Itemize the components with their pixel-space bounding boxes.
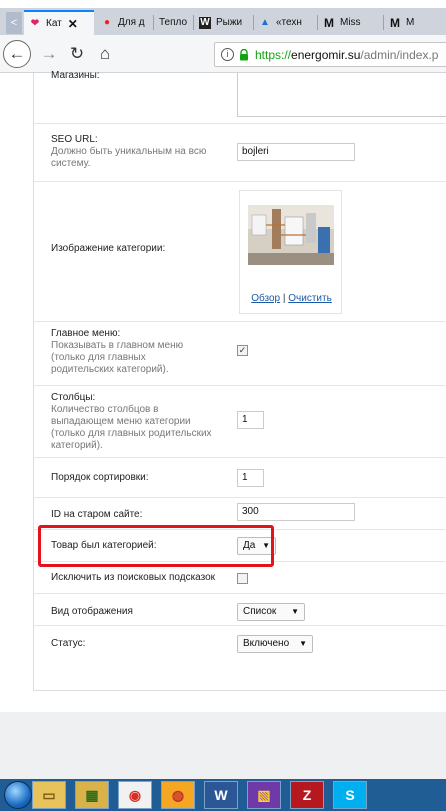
flag-favicon-icon: ▲ xyxy=(260,16,270,28)
display-view-label: Вид отображения xyxy=(51,606,133,617)
firefox-icon[interactable]: ◍ xyxy=(161,781,195,809)
tab-label: Miss xyxy=(340,17,361,28)
tab-label: «техн xyxy=(276,17,302,28)
category-form: Магазины: SEO URL: Должно быть уникальны… xyxy=(33,70,446,691)
columns-label: Столбцы: Количество столбцов в выпадающе… xyxy=(51,392,221,452)
stores-label: Магазины: xyxy=(51,70,100,81)
display-view-row: Вид отображения Список ▼ xyxy=(34,593,446,625)
sort-order-row: Порядок сортировки: 1 xyxy=(34,457,446,497)
columns-input[interactable]: 1 xyxy=(237,411,264,429)
main-menu-row: Главное меню: Показывать в главном меню … xyxy=(34,321,446,385)
start-button[interactable] xyxy=(4,781,32,809)
close-tab-icon[interactable]: ✕ xyxy=(68,17,78,31)
tab-3[interactable]: Тепло xyxy=(154,10,194,35)
page-bottom-area xyxy=(0,712,446,779)
tab-7[interactable]: M M xyxy=(384,10,446,35)
info-icon[interactable]: i xyxy=(221,48,234,61)
display-view-select[interactable]: Список ▼ xyxy=(237,603,305,621)
windows-taskbar: ▭ ▦ ◉ ◍ W ▧ Z S xyxy=(0,779,446,811)
select-value: Список xyxy=(243,606,277,617)
old-id-label: ID на старом сайте: xyxy=(51,509,143,520)
tab-label: Рыжи xyxy=(216,17,243,28)
word-icon[interactable]: W xyxy=(204,781,238,809)
tab-label: Кат xyxy=(46,18,62,29)
old-id-input[interactable]: 300 xyxy=(237,503,355,521)
tab-6[interactable]: M Miss xyxy=(318,10,384,35)
page-content: Магазины: SEO URL: Должно быть уникальны… xyxy=(0,70,446,779)
m-favicon-icon: M xyxy=(390,15,400,30)
sort-order-input[interactable]: 1 xyxy=(237,469,264,487)
url-host: energomir.su xyxy=(291,47,361,62)
tab-4[interactable]: W Рыжи xyxy=(194,10,254,35)
app-icon[interactable]: ▦ xyxy=(75,781,109,809)
image-links: Обзор | Очистить xyxy=(240,293,343,304)
category-thumbnail-image[interactable] xyxy=(248,205,334,265)
address-bar[interactable]: i https://energomir.su/admin/index.p xyxy=(214,42,446,67)
link-separator: | xyxy=(282,293,286,304)
m-favicon-icon: M xyxy=(324,15,334,30)
url-path: /admin/index.p xyxy=(360,47,439,62)
dropdown-arrow-icon: ▼ xyxy=(291,607,299,616)
tab-5[interactable]: ▲ «техн xyxy=(254,10,318,35)
columns-row: Столбцы: Количество столбцов в выпадающе… xyxy=(34,385,446,457)
dropdown-arrow-icon: ▼ xyxy=(299,639,307,648)
status-select[interactable]: Включено ▼ xyxy=(237,635,313,653)
tab-active[interactable]: ❤ Кат ✕ xyxy=(24,10,94,35)
exclude-search-label: Исключить из поисковых подсказок xyxy=(51,572,216,583)
columns-title: Столбцы: xyxy=(51,392,96,403)
sort-order-label: Порядок сортировки: xyxy=(51,472,149,483)
navigation-bar: ← → ↻ ⌂ i https://energomir.su/admin/ind… xyxy=(0,35,446,73)
main-menu-title: Главное меню: xyxy=(51,328,121,339)
app2-icon[interactable]: ▧ xyxy=(247,781,281,809)
main-menu-checkbox[interactable]: ✓ xyxy=(237,345,248,356)
filezilla-icon[interactable]: Z xyxy=(290,781,324,809)
url-scheme: https:// xyxy=(255,47,292,62)
columns-help: Количество столбцов в выпадающем меню ка… xyxy=(51,404,212,451)
category-image-row: Изображение категории: Обзор | Очистить xyxy=(34,181,446,321)
explorer-icon[interactable]: ▭ xyxy=(32,781,66,809)
tab-strip: < ❤ Кат ✕ ● Для д Тепло W Рыжи ▲ «техн M… xyxy=(0,8,446,35)
tab-label: Тепло xyxy=(159,17,188,28)
status-row: Статус: Включено ▼ xyxy=(34,625,446,659)
back-arrow-icon[interactable]: ← xyxy=(3,40,31,68)
stores-row: Магазины: xyxy=(34,70,446,123)
main-menu-help: Показывать в главном меню (только для гл… xyxy=(51,340,184,375)
seo-url-row: SEO URL: Должно быть уникальным на всю с… xyxy=(34,123,446,181)
category-image-label: Изображение категории: xyxy=(51,243,166,254)
category-image-box: Обзор | Очистить xyxy=(239,190,342,314)
forward-arrow-icon[interactable]: → xyxy=(38,43,60,65)
tab-label: Для д xyxy=(118,17,145,28)
skype-icon[interactable]: S xyxy=(333,781,367,809)
browse-image-link[interactable]: Обзор xyxy=(251,293,280,304)
home-icon[interactable]: ⌂ xyxy=(94,43,116,65)
sort-order-highlight-annotation xyxy=(38,525,274,567)
chrome-icon[interactable]: ◉ xyxy=(118,781,152,809)
red-dot-favicon-icon: ● xyxy=(103,16,111,28)
seo-url-input[interactable]: bojleri xyxy=(237,143,355,161)
w-favicon-icon: W xyxy=(199,16,211,29)
heart-favicon-icon: ❤ xyxy=(30,17,40,29)
seo-url-help: Должно быть уникальным на всю систему. xyxy=(51,146,207,169)
tab-scroll-left-button[interactable]: < xyxy=(6,12,22,34)
seo-url-label: SEO URL: Должно быть уникальным на всю с… xyxy=(51,134,211,170)
exclude-search-checkbox[interactable] xyxy=(237,573,248,584)
lock-icon xyxy=(240,48,248,60)
select-value: Включено xyxy=(243,638,290,649)
seo-url-title: SEO URL: xyxy=(51,134,98,145)
main-menu-label: Главное меню: Показывать в главном меню … xyxy=(51,328,211,376)
reload-icon[interactable]: ↻ xyxy=(66,43,88,65)
tab-2[interactable]: ● Для д xyxy=(96,10,154,35)
status-label: Статус: xyxy=(51,638,86,649)
tab-label: M xyxy=(406,17,415,28)
stores-list[interactable] xyxy=(237,73,446,117)
clear-image-link[interactable]: Очистить xyxy=(288,293,332,304)
